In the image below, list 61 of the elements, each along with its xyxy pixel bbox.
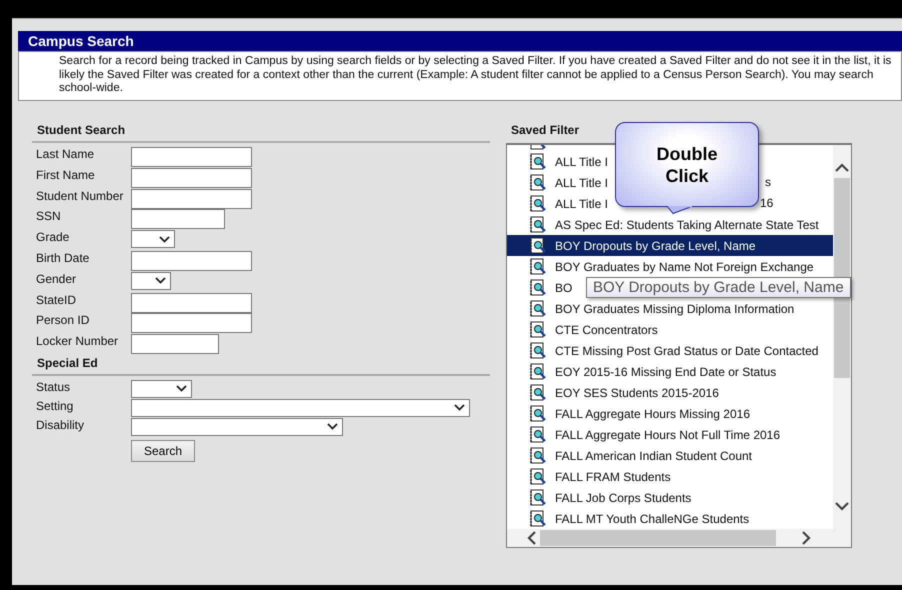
section-heading: Student Search <box>36 123 126 137</box>
filter-list-item[interactable]: AS Spec Ed: Students Taking Alternate State Test <box>507 214 819 235</box>
field-label: Grade <box>35 230 70 244</box>
filter-list-item[interactable]: BO <box>507 277 572 298</box>
filter-list-item[interactable]: EOY 2015-16 Missing End Date or Status <box>507 361 776 382</box>
field-label: Student Number <box>35 188 124 203</box>
chevron-down-icon <box>454 404 465 412</box>
filter-list-item[interactable]: FALL MT Youth ChalleNGe Students <box>507 508 750 529</box>
text-field[interactable] <box>131 313 252 334</box>
horizontal-scrollbar[interactable] <box>507 529 851 547</box>
dropdown[interactable] <box>131 230 175 248</box>
text-field[interactable] <box>131 188 252 209</box>
list-item-text: 16 <box>760 196 774 210</box>
field-label: Locker Number <box>35 334 120 348</box>
scroll-right-icon[interactable] <box>802 531 811 545</box>
field-label: First Name <box>35 168 96 182</box>
text-field[interactable] <box>131 147 252 167</box>
chevron-down-icon <box>176 385 187 392</box>
filter-list-item[interactable]: BOY Dropouts by Grade Level, Name <box>507 235 833 256</box>
field-label: StateID <box>35 292 78 307</box>
window-title: Campus Search <box>18 31 902 51</box>
list-item-text: s <box>765 175 771 189</box>
filter-list-item[interactable]: CTE Concentrators <box>507 319 658 340</box>
tooltip: BOY Dropouts by Grade Level, Name <box>586 277 851 298</box>
chevron-down-icon <box>155 277 166 284</box>
scroll-up-icon[interactable] <box>835 163 849 172</box>
filter-list-item[interactable]: EOY SES Students 2015-2016 <box>507 382 719 403</box>
field-label: SSN <box>35 209 62 224</box>
filter-list-item[interactable]: FALL Job Corps Students <box>507 487 692 508</box>
filter-list-item[interactable]: BOY Graduates Missing Diploma Information <box>507 298 794 319</box>
section-heading: Saved Filter <box>510 123 580 137</box>
field-label: Gender <box>35 272 78 286</box>
chevron-down-icon <box>159 236 170 243</box>
filter-list-item[interactable]: ALL Title I <box>507 193 608 214</box>
text-field[interactable] <box>131 209 225 230</box>
filter-list-item[interactable]: FALL FRAM Students <box>507 466 671 487</box>
text-field[interactable] <box>131 168 252 188</box>
filter-list-item[interactable]: BOY Graduates by Name Not Foreign Exchange <box>507 256 814 277</box>
filter-list-item[interactable]: FALL Aggregate Hours Missing 2016 <box>507 403 750 424</box>
field-label: Birth Date <box>35 250 90 265</box>
filter-list-item[interactable]: FALL Aggregate Hours Not Full Time 2016 <box>507 424 780 445</box>
description-text: Search for a record being tracked in Campus by using search fields or by selecting a Saved Filter. If you have created a Saved Filter and do not see it in the list, it is likely the Saved Filter was created for a context other than the current (Example: A student filter cannot be applied to a Census Person Search). You may search school-wide. <box>18 51 902 101</box>
dropdown[interactable] <box>131 272 171 290</box>
filter-list-item[interactable]: FALL American Indian Student Count <box>507 445 752 466</box>
field-label: Setting <box>35 398 74 413</box>
callout-pointer <box>665 206 695 214</box>
filter-list-item[interactable]: ALL Title I <box>507 151 608 172</box>
text-field[interactable] <box>131 250 252 271</box>
field-label: Person ID <box>35 313 90 328</box>
field-label: Last Name <box>35 147 96 161</box>
scroll-left-icon[interactable] <box>527 531 536 545</box>
search-button[interactable]: Search <box>131 440 195 462</box>
text-field[interactable] <box>131 334 219 354</box>
field-label: Disability <box>35 418 86 432</box>
text-field[interactable] <box>131 292 252 313</box>
section-heading: Special Ed <box>36 356 99 370</box>
scroll-down-icon[interactable] <box>835 502 849 511</box>
field-label: Status <box>35 380 72 394</box>
chevron-down-icon <box>327 423 338 430</box>
filter-list-item[interactable]: CTE Missing Post Grad Status or Date Contacted <box>507 340 818 361</box>
filter-list-item[interactable]: ALL Title I <box>507 172 608 193</box>
